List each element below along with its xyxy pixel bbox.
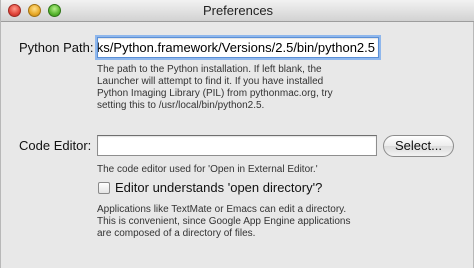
python-path-value: /Library/Frameworks/Python.framework/Ver… (97, 40, 375, 55)
python-path-label: Python Path: (19, 40, 94, 55)
select-editor-button[interactable]: Select... (383, 135, 454, 157)
python-path-help-line: Launcher will attempt to find it. If you… (97, 76, 324, 87)
window-title: Preferences (202, 3, 274, 18)
open-directory-label[interactable]: Editor understands 'open directory'? (115, 180, 322, 195)
title-bar[interactable]: Preferences (1, 0, 474, 22)
open-directory-help-line: This is convenient, since Google App Eng… (97, 216, 351, 227)
code-editor-input[interactable] (97, 135, 377, 156)
code-editor-help: The code editor used for 'Open in Extern… (97, 164, 318, 175)
open-directory-help-line: are composed of a directory of files. (97, 228, 256, 239)
python-path-help-line: Python Imaging Library (PIL) from python… (97, 88, 333, 99)
code-editor-label: Code Editor: (19, 138, 92, 153)
python-path-help-line: setting this to /usr/local/bin/python2.5… (97, 100, 265, 111)
open-directory-checkbox[interactable] (98, 182, 110, 194)
python-path-help: The path to the Python installation. If … (97, 64, 333, 112)
python-path-help-line: The path to the Python installation. If … (97, 64, 322, 75)
open-directory-help: Applications like TextMate or Emacs can … (97, 204, 351, 240)
python-path-input[interactable]: /Library/Frameworks/Python.framework/Ver… (97, 37, 379, 58)
open-directory-help-line: Applications like TextMate or Emacs can … (97, 204, 347, 215)
preferences-window: Preferences Python Path: /Library/Framew… (0, 0, 474, 268)
